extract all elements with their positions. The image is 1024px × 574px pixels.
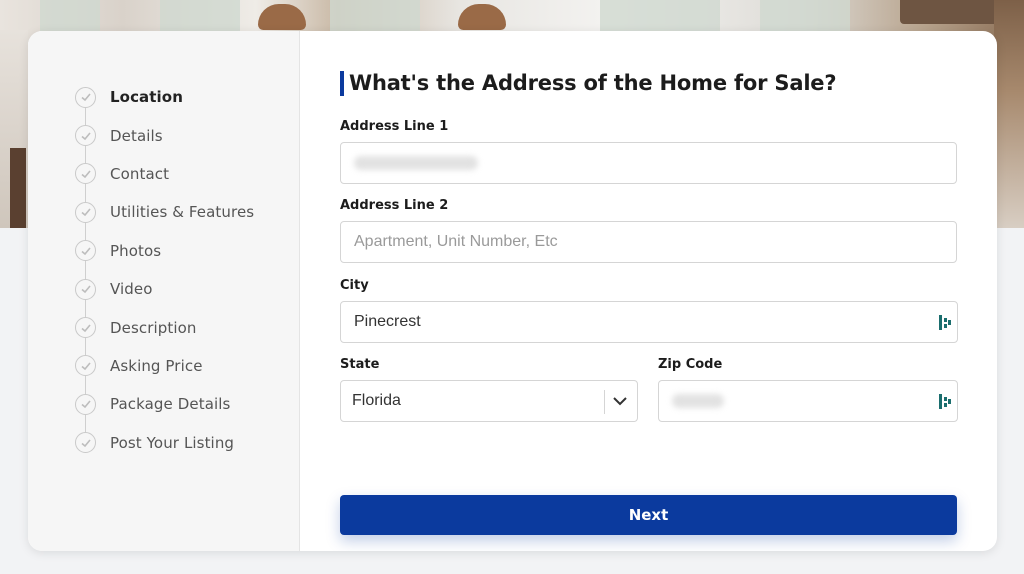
check-circle-icon <box>75 393 96 415</box>
check-circle-icon <box>75 432 96 454</box>
redacted-value <box>672 394 724 408</box>
next-button[interactable]: Next <box>340 495 957 535</box>
check-circle-icon <box>75 125 96 147</box>
step-label: Utilities & Features <box>110 203 255 222</box>
step-label: Description <box>110 318 197 337</box>
city-field[interactable]: Pinecrest <box>340 301 958 343</box>
step-location[interactable]: Location <box>75 78 254 116</box>
address-line-2-input[interactable] <box>354 233 956 251</box>
chevron-down-icon[interactable] <box>612 395 628 407</box>
step-asking-price[interactable]: Asking Price <box>75 347 254 385</box>
step-list: Location Details Contact Utilities & Fea… <box>75 78 254 462</box>
check-circle-icon <box>75 278 96 300</box>
state-select[interactable]: Florida <box>340 380 638 422</box>
page-title: What's the Address of the Home for Sale? <box>340 70 837 96</box>
address-line-1-field[interactable] <box>340 142 957 184</box>
state-value: Florida <box>352 392 401 409</box>
step-post-listing[interactable]: Post Your Listing <box>75 424 254 462</box>
address-line-2-label: Address Line 2 <box>340 198 449 213</box>
check-circle-icon <box>75 240 96 262</box>
autofill-icon[interactable] <box>939 394 951 409</box>
select-divider <box>604 390 605 414</box>
check-circle-icon <box>75 201 96 223</box>
zip-code-field[interactable] <box>658 380 958 422</box>
check-circle-icon <box>75 317 96 339</box>
listing-form-card: Location Details Contact Utilities & Fea… <box>28 31 997 551</box>
address-line-2-field[interactable] <box>340 221 957 263</box>
step-label: Video <box>110 280 153 299</box>
step-utilities-features[interactable]: Utilities & Features <box>75 193 254 231</box>
step-photos[interactable]: Photos <box>75 232 254 270</box>
step-description[interactable]: Description <box>75 308 254 346</box>
step-label: Location <box>110 88 183 107</box>
step-contact[interactable]: Contact <box>75 155 254 193</box>
progress-sidebar: Location Details Contact Utilities & Fea… <box>28 31 300 551</box>
city-value: Pinecrest <box>354 313 421 330</box>
step-label: Post Your Listing <box>110 433 235 452</box>
check-circle-icon <box>75 355 96 377</box>
step-label: Details <box>110 126 163 145</box>
step-label: Asking Price <box>110 356 203 375</box>
step-package-details[interactable]: Package Details <box>75 385 254 423</box>
step-details[interactable]: Details <box>75 116 254 154</box>
state-label: State <box>340 357 380 372</box>
redacted-value <box>354 156 478 170</box>
title-accent-bar <box>340 70 344 96</box>
step-label: Contact <box>110 164 170 183</box>
step-label: Package Details <box>110 395 231 414</box>
city-label: City <box>340 278 369 293</box>
check-circle-icon <box>75 163 96 185</box>
address-form: What's the Address of the Home for Sale?… <box>340 31 958 551</box>
step-video[interactable]: Video <box>75 270 254 308</box>
form-heading: What's the Address of the Home for Sale? <box>349 71 837 95</box>
autofill-icon[interactable] <box>939 315 951 330</box>
address-line-1-label: Address Line 1 <box>340 119 449 134</box>
check-circle-icon <box>75 86 96 108</box>
step-label: Photos <box>110 241 162 260</box>
zip-code-label: Zip Code <box>658 357 723 372</box>
